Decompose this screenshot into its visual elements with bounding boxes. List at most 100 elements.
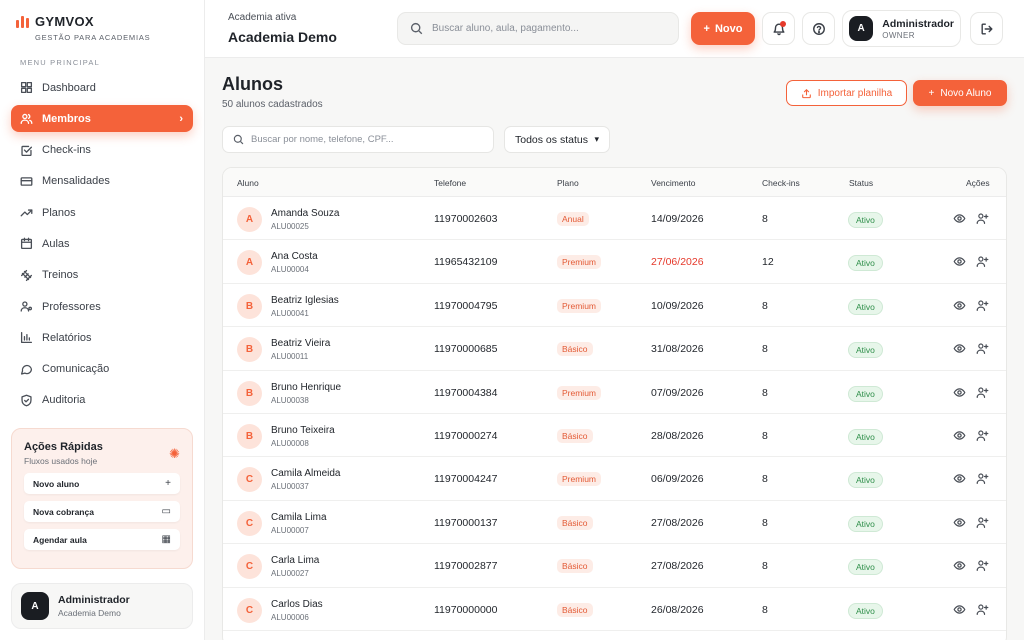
new-button-label: Novo: [714, 22, 743, 35]
student-code: ALU00025: [271, 222, 309, 231]
manage-user-button[interactable]: [976, 255, 989, 268]
view-button[interactable]: [953, 386, 966, 399]
view-button[interactable]: [953, 255, 966, 268]
column-header-status[interactable]: Status: [849, 178, 873, 188]
student-name[interactable]: Camila Almeida: [271, 468, 340, 479]
view-button[interactable]: [953, 559, 966, 572]
table-row[interactable]: B Bruno Teixeira ALU00008 11970000274 Básico…: [223, 414, 1006, 458]
notifications-button[interactable]: [762, 12, 795, 45]
page-subtitle: 50 alunos cadastrados: [222, 99, 323, 110]
check-square-icon: [21, 145, 33, 156]
sidebar-item-checkins[interactable]: Check-ins: [11, 137, 193, 164]
search-icon: [410, 22, 423, 35]
column-header-telefone[interactable]: Telefone: [434, 178, 466, 188]
sidebar-item-comunicacao[interactable]: Comunicação: [11, 356, 193, 383]
eye-icon: [953, 301, 966, 310]
sidebar-item-label: Professores: [42, 300, 101, 313]
manage-user-button[interactable]: [976, 386, 989, 399]
student-phone: 11970000137: [434, 516, 498, 529]
view-button[interactable]: [953, 299, 966, 312]
due-date: 07/09/2026: [651, 386, 704, 399]
quick-action-new-charge[interactable]: Nova cobrança ▭: [24, 501, 180, 522]
student-avatar: C: [237, 554, 262, 580]
eye-icon: [953, 214, 966, 223]
sidebar-item-dashboard[interactable]: Dashboard: [11, 74, 193, 101]
manage-user-button[interactable]: [976, 299, 989, 312]
manage-user-button[interactable]: [976, 559, 989, 572]
brand-tagline: GESTÃO PARA ACADEMIAS: [35, 33, 151, 42]
student-name[interactable]: Camila Lima: [271, 512, 327, 523]
status-filter-select[interactable]: Todos os status ▾: [504, 126, 610, 153]
student-avatar: B: [237, 337, 262, 363]
student-code: ALU00041: [271, 308, 309, 318]
quick-action-schedule-class[interactable]: Agendar aula ▦: [24, 529, 180, 550]
table-row[interactable]: C Carlos Dias ALU00006 11970000000 Básico 26/…: [223, 588, 1006, 631]
table-row[interactable]: C Camila Almeida ALU00037 11970004247 Premiu…: [223, 457, 1006, 501]
new-student-button[interactable]: + Novo Aluno: [913, 80, 1007, 106]
table-row[interactable]: C Camila Lima ALU00007 11970000137 Básico 27/…: [223, 501, 1006, 545]
student-name[interactable]: Ana Costa: [271, 251, 318, 262]
table-row[interactable]: B Beatriz Iglesias ALU00041 11970004795 Prem…: [223, 284, 1006, 328]
checkins-count: 8: [762, 429, 768, 442]
user-menu[interactable]: A Administrador OWNER: [842, 10, 961, 47]
view-button[interactable]: [953, 472, 966, 485]
manage-user-button[interactable]: [976, 342, 989, 355]
student-name[interactable]: Carlos Dias: [271, 599, 323, 610]
eye-icon: [953, 387, 966, 397]
table-row[interactable]: C Carla Lima ALU00027 11970002877 Básico 27/0…: [223, 544, 1006, 588]
sidebar-item-auditoria[interactable]: Auditoria: [11, 387, 193, 414]
view-button[interactable]: [953, 516, 966, 529]
column-header-plano[interactable]: Plano: [557, 178, 579, 188]
column-header-aluno[interactable]: Aluno: [237, 178, 259, 188]
sidebar-item-mensalidades[interactable]: Mensalidades: [11, 168, 193, 195]
eye-icon: [953, 561, 966, 570]
manage-user-button[interactable]: [976, 603, 989, 616]
view-button[interactable]: [953, 342, 966, 355]
logout-button[interactable]: [970, 12, 1003, 45]
sidebar-user-card[interactable]: A Administrador Academia Demo: [11, 583, 193, 629]
student-name[interactable]: Bruno Teixeira: [271, 425, 335, 436]
help-button[interactable]: [802, 12, 835, 45]
view-button[interactable]: [953, 212, 966, 225]
sidebar-item-relatorios[interactable]: Relatórios: [11, 324, 193, 351]
column-header-checkins[interactable]: Check-ins: [762, 178, 800, 188]
table-row[interactable]: B Beatriz Vieira ALU00011 11970000685 Básico…: [223, 327, 1006, 371]
student-name[interactable]: Carla Lima: [271, 555, 319, 566]
sidebar-item-membros[interactable]: Membros ›: [11, 105, 193, 133]
quick-action-new-student[interactable]: Novo aluno +: [24, 473, 180, 494]
manage-user-button[interactable]: [976, 212, 989, 225]
column-header-vencimento[interactable]: Vencimento: [651, 178, 695, 188]
student-name[interactable]: Amanda Souza: [271, 208, 339, 219]
manage-user-button[interactable]: [976, 429, 989, 442]
table-row[interactable]: A Ana Costa ALU00004 11965432109 Premium 27/0…: [223, 240, 1006, 284]
student-name[interactable]: Beatriz Iglesias: [271, 295, 339, 306]
global-search[interactable]: [397, 12, 679, 45]
global-search-input[interactable]: [432, 23, 662, 34]
student-phone: 11970002603: [434, 213, 498, 225]
student-search[interactable]: [222, 126, 494, 153]
sidebar-item-label: Dashboard: [42, 81, 96, 94]
import-spreadsheet-button[interactable]: Importar planilha: [786, 80, 907, 106]
table-row[interactable]: A Amanda Souza ALU00025 11970002603 Anual 14/…: [223, 197, 1006, 241]
sidebar-item-aulas[interactable]: Aulas: [11, 230, 193, 257]
sidebar-item-planos[interactable]: Planos: [11, 199, 193, 226]
chevron-down-icon: ▾: [594, 134, 599, 144]
student-code: ALU00027: [271, 569, 309, 579]
sidebar-item-label: Mensalidades: [42, 175, 110, 188]
brand-name: GYMVOX: [35, 14, 94, 29]
manage-user-button[interactable]: [976, 516, 989, 529]
checkins-count: 8: [762, 560, 768, 573]
student-name[interactable]: Beatriz Vieira: [271, 338, 330, 349]
student-name[interactable]: Bruno Henrique: [271, 382, 341, 393]
view-button[interactable]: [953, 429, 966, 442]
new-button[interactable]: + Novo: [691, 12, 755, 45]
manage-user-button[interactable]: [976, 472, 989, 485]
user-name: Administrador: [882, 17, 954, 30]
sidebar-item-professores[interactable]: Professores: [11, 293, 193, 320]
table-row[interactable]: B Bruno Henrique ALU00038 11970004384 Premiu…: [223, 371, 1006, 414]
sidebar-item-treinos[interactable]: Treinos: [11, 262, 193, 289]
view-button[interactable]: [953, 603, 966, 616]
student-search-input[interactable]: [251, 134, 481, 145]
eye-icon: [953, 474, 966, 484]
user-org: Academia Demo: [58, 608, 121, 618]
